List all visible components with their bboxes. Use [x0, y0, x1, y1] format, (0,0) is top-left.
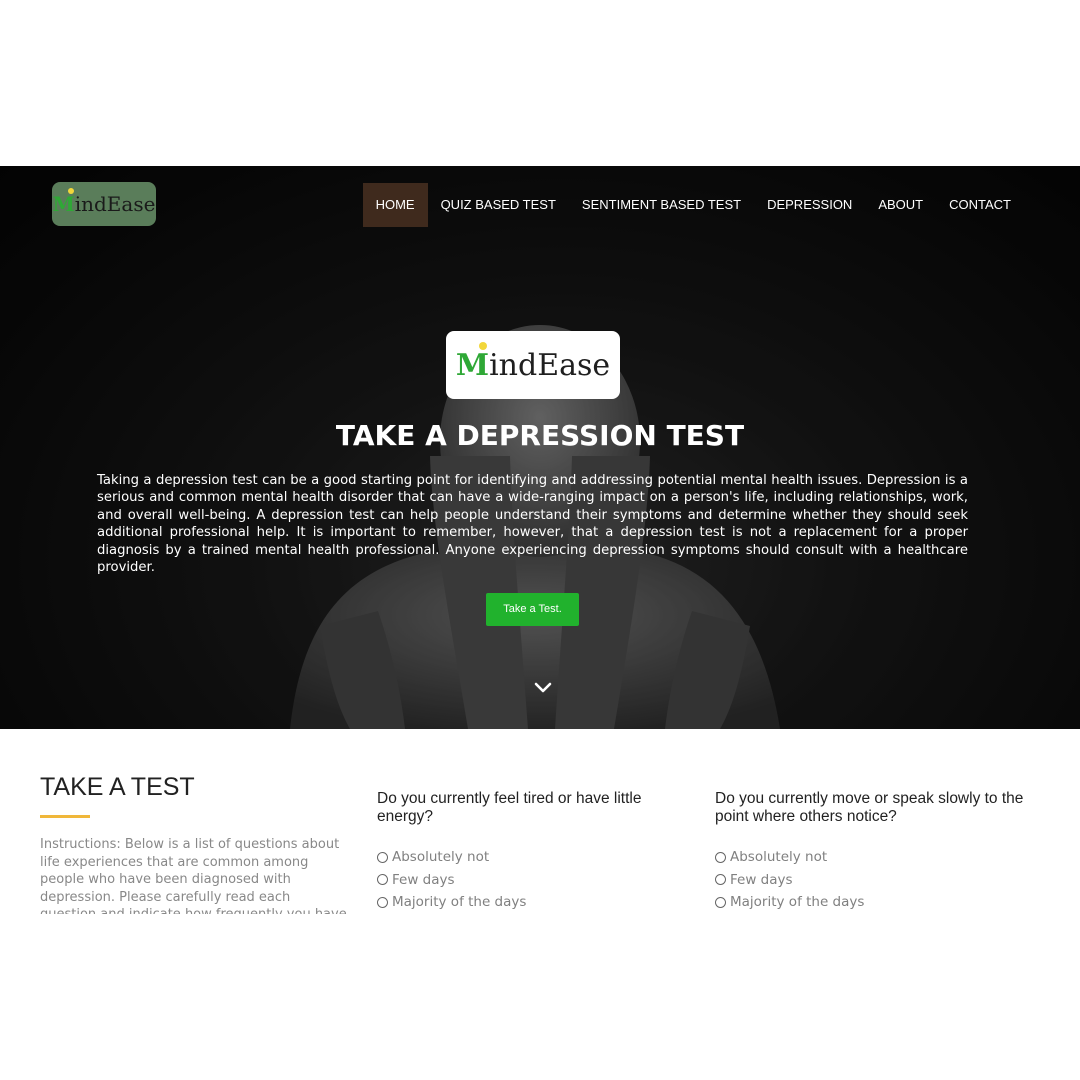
- hero-description: Taking a depression test can be a good s…: [97, 473, 968, 576]
- option-label: Few days: [392, 871, 455, 888]
- radio-button[interactable]: [715, 851, 726, 863]
- section-title: TAKE A TEST: [40, 773, 195, 801]
- option-label: Majority of the days: [392, 894, 527, 911]
- nav-quiz-based-test[interactable]: QUIZ BASED TEST: [428, 183, 569, 227]
- answer-option[interactable]: Few days: [715, 869, 1035, 892]
- take-test-section: TAKE A TEST Instructions: Below is a lis…: [0, 729, 1080, 914]
- answer-option[interactable]: Majority of the days: [715, 891, 1035, 914]
- title-underline: [40, 815, 90, 818]
- radio-button[interactable]: [715, 874, 726, 886]
- header-logo[interactable]: MindEase: [52, 182, 156, 226]
- nav-contact[interactable]: CONTACT: [936, 183, 1024, 227]
- radio-button[interactable]: [715, 896, 726, 908]
- take-test-button[interactable]: Take a Test.: [486, 593, 579, 626]
- question-card: Do you currently feel tired or have litt…: [377, 790, 697, 914]
- question-text: Do you currently move or speak slowly to…: [715, 790, 1024, 825]
- answer-options: Absolutely not Few days Majority of the …: [377, 846, 697, 914]
- option-label: Absolutely not: [392, 849, 490, 866]
- logo-m-letter: M: [456, 341, 489, 383]
- logo-m-letter: M: [53, 188, 75, 216]
- answer-option[interactable]: Majority of the days: [377, 891, 697, 914]
- question-card: Do you currently move or speak slowly to…: [715, 790, 1035, 914]
- hero-title: TAKE A DEPRESSION TEST: [335, 419, 745, 452]
- nav-sentiment-based-test[interactable]: SENTIMENT BASED TEST: [569, 183, 754, 227]
- nav-depression[interactable]: DEPRESSION: [754, 183, 865, 227]
- option-label: Majority of the days: [730, 894, 865, 911]
- main-nav: HOME QUIZ BASED TEST SENTIMENT BASED TES…: [362, 183, 1024, 227]
- lightbulb-icon: [67, 188, 74, 194]
- answer-option[interactable]: Few days: [377, 869, 697, 892]
- hero-section: MindEase HOME QUIZ BASED TEST SENTIMENT …: [0, 166, 1080, 729]
- question-text: Do you currently feel tired or have litt…: [377, 790, 642, 825]
- logo-text-rest: indEase: [489, 347, 611, 383]
- chevron-down-icon[interactable]: [533, 681, 553, 695]
- answer-options: Absolutely not Few days Majority of the …: [715, 846, 1035, 914]
- lightbulb-icon: [478, 341, 487, 350]
- radio-button[interactable]: [377, 851, 388, 863]
- option-label: Absolutely not: [730, 849, 828, 866]
- option-label: Few days: [730, 871, 793, 888]
- answer-option[interactable]: Absolutely not: [377, 846, 697, 869]
- logo-text-rest: indEase: [74, 192, 156, 216]
- instructions-text: Instructions: Below is a list of questio…: [40, 837, 347, 914]
- radio-button[interactable]: [377, 896, 388, 908]
- nav-home[interactable]: HOME: [362, 183, 428, 227]
- answer-option[interactable]: Absolutely not: [715, 846, 1035, 869]
- site: MindEase HOME QUIZ BASED TEST SENTIMENT …: [0, 166, 1080, 914]
- radio-button[interactable]: [377, 874, 388, 886]
- nav-about[interactable]: ABOUT: [865, 183, 936, 227]
- hero-logo: MindEase: [446, 331, 620, 399]
